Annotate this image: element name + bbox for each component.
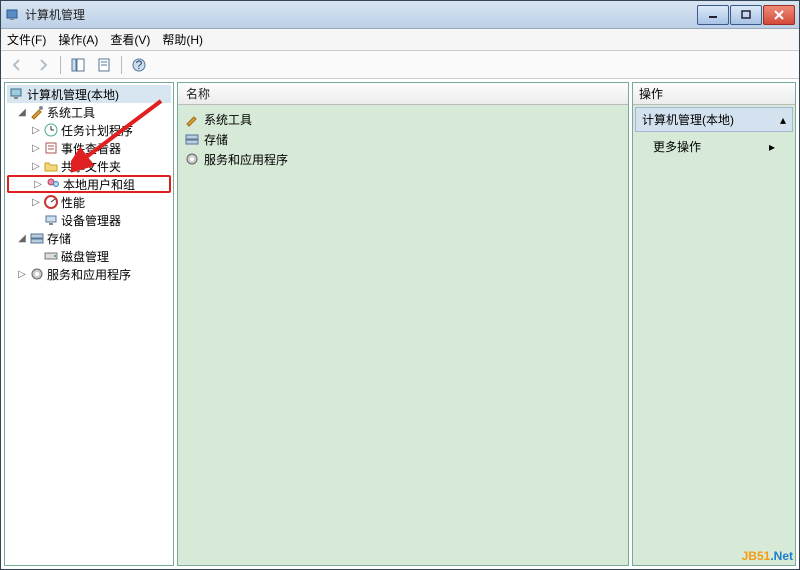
expand-icon[interactable]: ▷ bbox=[33, 179, 43, 190]
actions-section-label: 计算机管理(本地) bbox=[642, 111, 734, 128]
tree-label: 服务和应用程序 bbox=[47, 266, 131, 283]
toolbar: ? bbox=[1, 51, 799, 79]
list-item-services-apps[interactable]: 服务和应用程序 bbox=[184, 149, 622, 169]
tree-disk-management[interactable]: 磁盘管理 bbox=[7, 247, 171, 265]
tools-icon bbox=[184, 111, 200, 127]
window-title: 计算机管理 bbox=[25, 6, 696, 23]
forward-button bbox=[31, 54, 55, 76]
window-controls bbox=[696, 5, 795, 25]
back-button bbox=[5, 54, 29, 76]
toolbar-sep bbox=[60, 56, 61, 74]
menu-view[interactable]: 查看(V) bbox=[110, 31, 150, 48]
tree-services-apps[interactable]: ▷ 服务和应用程序 bbox=[7, 265, 171, 283]
services-icon bbox=[29, 266, 45, 282]
collapse-icon[interactable]: ◢ bbox=[17, 107, 27, 118]
list-label: 服务和应用程序 bbox=[204, 151, 288, 168]
tree-shared-folders[interactable]: ▷ 共享文件夹 bbox=[7, 157, 171, 175]
main-body: 计算机管理(本地) ◢ 系统工具 ▷ 任务计划程序 ▷ 事件查看器 bbox=[1, 79, 799, 569]
menu-action[interactable]: 操作(A) bbox=[58, 31, 98, 48]
app-icon bbox=[5, 7, 21, 23]
more-actions[interactable]: 更多操作 ▸ bbox=[633, 134, 795, 159]
help-button[interactable]: ? bbox=[127, 54, 151, 76]
tree-label: 系统工具 bbox=[47, 104, 95, 121]
list-item-system-tools[interactable]: 系统工具 bbox=[184, 109, 622, 129]
computer-icon bbox=[9, 86, 25, 102]
services-icon bbox=[184, 151, 200, 167]
watermark: JB51.Net bbox=[742, 547, 793, 565]
content-list[interactable]: 系统工具 存储 服务和应用程序 bbox=[178, 105, 628, 565]
tools-icon bbox=[29, 104, 45, 120]
clock-icon bbox=[43, 122, 59, 138]
chevron-up-icon: ▴ bbox=[780, 113, 786, 127]
list-label: 系统工具 bbox=[204, 111, 252, 128]
more-actions-label: 更多操作 bbox=[653, 138, 701, 155]
tree-local-users-groups[interactable]: ▷ 本地用户和组 bbox=[7, 175, 171, 193]
expand-icon[interactable]: ▷ bbox=[31, 125, 41, 136]
minimize-button[interactable] bbox=[697, 5, 729, 25]
tree-label: 共享文件夹 bbox=[61, 158, 121, 175]
expand-icon[interactable]: ▷ bbox=[31, 143, 41, 154]
tree-label: 设备管理器 bbox=[61, 212, 121, 229]
shared-folder-icon bbox=[43, 158, 59, 174]
expand-icon[interactable]: ▷ bbox=[31, 161, 41, 172]
toolbar-sep bbox=[121, 56, 122, 74]
app-window: 计算机管理 文件(F) 操作(A) 查看(V) 帮助(H) ? 计算机管理(本地… bbox=[0, 0, 800, 570]
tree-system-tools[interactable]: ◢ 系统工具 bbox=[7, 103, 171, 121]
collapse-icon[interactable]: ◢ bbox=[17, 233, 27, 244]
tree-label: 磁盘管理 bbox=[61, 248, 109, 265]
performance-icon bbox=[43, 194, 59, 210]
actions-header: 操作 bbox=[633, 83, 795, 105]
close-button[interactable] bbox=[763, 5, 795, 25]
list-label: 存储 bbox=[204, 131, 228, 148]
actions-panel: 操作 计算机管理(本地) ▴ 更多操作 ▸ bbox=[632, 82, 796, 566]
event-icon bbox=[43, 140, 59, 156]
menubar: 文件(F) 操作(A) 查看(V) 帮助(H) bbox=[1, 29, 799, 51]
menu-file[interactable]: 文件(F) bbox=[7, 31, 46, 48]
tree-task-scheduler[interactable]: ▷ 任务计划程序 bbox=[7, 121, 171, 139]
list-item-storage[interactable]: 存储 bbox=[184, 129, 622, 149]
expand-icon[interactable]: ▷ bbox=[17, 269, 27, 280]
device-icon bbox=[43, 212, 59, 228]
tree-event-viewer[interactable]: ▷ 事件查看器 bbox=[7, 139, 171, 157]
svg-text:?: ? bbox=[136, 58, 143, 72]
center-panel: 名称 系统工具 存储 服务和应用程序 bbox=[177, 82, 629, 566]
properties-button[interactable] bbox=[92, 54, 116, 76]
tree-panel[interactable]: 计算机管理(本地) ◢ 系统工具 ▷ 任务计划程序 ▷ 事件查看器 bbox=[4, 82, 174, 566]
storage-icon bbox=[184, 131, 200, 147]
users-icon bbox=[45, 176, 61, 192]
tree-performance[interactable]: ▷ 性能 bbox=[7, 193, 171, 211]
tree-label: 性能 bbox=[61, 194, 85, 211]
storage-icon bbox=[29, 230, 45, 246]
tree-label: 本地用户和组 bbox=[63, 176, 135, 193]
tree-root-node[interactable]: 计算机管理(本地) bbox=[7, 85, 171, 103]
tree-label: 存储 bbox=[47, 230, 71, 247]
tree-storage[interactable]: ◢ 存储 bbox=[7, 229, 171, 247]
maximize-button[interactable] bbox=[730, 5, 762, 25]
tree-label: 事件查看器 bbox=[61, 140, 121, 157]
expand-icon[interactable]: ▷ bbox=[31, 197, 41, 208]
chevron-right-icon: ▸ bbox=[769, 140, 775, 154]
disk-icon bbox=[43, 248, 59, 264]
column-header-name[interactable]: 名称 bbox=[178, 83, 628, 105]
tree-label: 计算机管理(本地) bbox=[27, 86, 119, 103]
show-hide-tree-button[interactable] bbox=[66, 54, 90, 76]
titlebar[interactable]: 计算机管理 bbox=[1, 1, 799, 29]
tree-device-manager[interactable]: 设备管理器 bbox=[7, 211, 171, 229]
actions-section-header[interactable]: 计算机管理(本地) ▴ bbox=[635, 107, 793, 132]
menu-help[interactable]: 帮助(H) bbox=[162, 31, 203, 48]
tree-label: 任务计划程序 bbox=[61, 122, 133, 139]
